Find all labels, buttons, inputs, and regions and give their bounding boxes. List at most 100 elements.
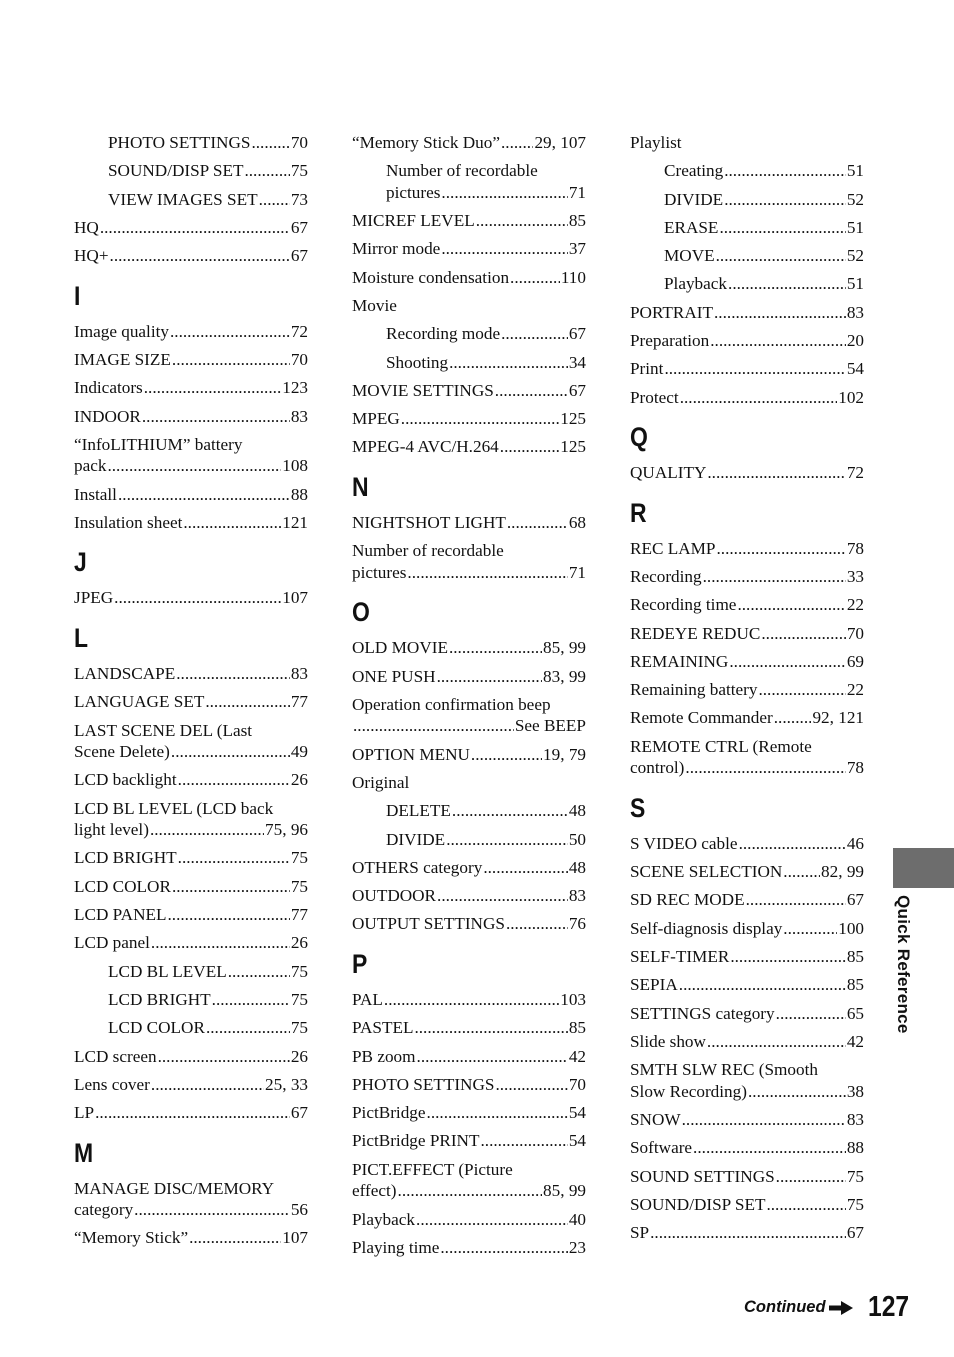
entry-term: LCD screen (74, 1046, 157, 1066)
index-entry: OUTDOOR 83 (352, 885, 586, 907)
dot-leader (506, 913, 568, 935)
index-entry: PAL 103 (352, 989, 586, 1011)
dot-leader (679, 974, 846, 996)
dot-leader (748, 1081, 846, 1103)
dot-leader (774, 707, 812, 729)
entry-term-continued: light level) (74, 820, 149, 840)
entry-page-ref: 70 (846, 623, 864, 643)
page-footer: Continued 127 (744, 1291, 916, 1324)
entry-term: SMTH SLW REC (Smooth (630, 1060, 818, 1080)
entry-term: LANDSCAPE (74, 663, 176, 683)
section-tab-label: Quick Reference (893, 895, 923, 1055)
dot-leader (449, 637, 542, 659)
entry-term: Number of recordable (386, 161, 538, 181)
dot-leader (664, 358, 845, 380)
index-entry: OLD MOVIE 85, 99 (352, 637, 586, 659)
entry-page-ref: 73 (290, 189, 308, 209)
index-entry: Recording 33 (630, 566, 864, 588)
dot-leader (510, 267, 560, 289)
index-entry: SD REC MODE 67 (630, 889, 864, 911)
index-column-3: Playlist Creating 51 DIVIDE 52 ERASE 51 MOVE 52 P… (630, 132, 864, 1250)
entry-term: S VIDEO cable (630, 833, 738, 853)
index-entry: MICREF LEVEL 85 (352, 210, 586, 232)
index-entry: QUALITY 72 (630, 462, 864, 484)
dot-leader (739, 833, 846, 855)
entry-term: PB zoom (352, 1046, 416, 1066)
entry-page-ref: 75 (290, 848, 308, 868)
entry-term: Insulation sheet (74, 512, 183, 532)
index-entry: SCENE SELECTION 82, 99 (630, 861, 864, 883)
dot-leader (118, 484, 290, 506)
entry-term: REMAINING (630, 651, 729, 671)
entry-term: LP (74, 1103, 95, 1123)
entry-page-ref: 72 (290, 321, 308, 341)
entry-page-ref: 29, 107 (534, 133, 586, 152)
dot-leader (783, 861, 820, 883)
dot-leader (483, 857, 568, 879)
entry-term: LCD BRIGHT (74, 848, 177, 868)
index-entry: PB zoom 42 (352, 1046, 586, 1068)
index-entry: Playing time 23 (352, 1237, 586, 1259)
index-entry: REDEYE REDUC 70 (630, 623, 864, 645)
index-entry: LAST SCENE DEL (LastScene Delete) 49 (74, 720, 308, 763)
entry-page-ref: 123 (282, 378, 308, 398)
entry-line-1: PICT.EFFECT (Picture (352, 1159, 586, 1181)
entry-term: PHOTO SETTINGS (108, 133, 251, 152)
index-entry: MPEG-4 AVC/H.264 125 (352, 436, 586, 458)
index-entry: OTHERS category 48 (352, 857, 586, 879)
entry-term: Moisture condensation (352, 267, 510, 287)
entry-term: SETTINGS category (630, 1003, 775, 1023)
entry-page-ref: 46 (846, 833, 864, 853)
entry-term: LCD BL LEVEL (108, 961, 227, 981)
index-entry: Self-diagnosis display 100 (630, 918, 864, 940)
entry-term-continued: Slow Recording) (630, 1081, 747, 1101)
entry-page-ref: 83, 99 (543, 666, 586, 686)
dot-leader (507, 512, 568, 534)
entry-page-ref: 22 (846, 595, 864, 615)
dot-leader (746, 889, 846, 911)
entry-line-2: category 56 (74, 1199, 308, 1221)
entry-line-2: light level) 75, 96 (74, 819, 308, 841)
entry-term: Original (352, 772, 410, 792)
index-entry: PICT.EFFECT (Pictureeffect) 85, 99 (352, 1159, 586, 1202)
dot-leader (480, 1130, 567, 1152)
entry-term: ONE PUSH (352, 666, 436, 686)
dot-leader (685, 757, 845, 779)
dot-leader (707, 462, 845, 484)
entry-term: Playing time (352, 1237, 440, 1257)
index-subentry: Recording mode 67 (352, 323, 586, 345)
dot-leader (171, 741, 290, 763)
dot-leader (151, 1074, 264, 1096)
index-subentry: ERASE 51 (630, 217, 864, 239)
entry-page-ref: 38 (846, 1081, 864, 1101)
dot-leader (758, 679, 845, 701)
entry-page-ref: 85 (846, 975, 864, 995)
entry-term: LCD panel (74, 933, 150, 953)
index-entry: SMTH SLW REC (SmoothSlow Recording) 38 (630, 1059, 864, 1102)
dot-leader (650, 1222, 846, 1244)
dot-leader (172, 349, 290, 371)
index-entry: “InfoLITHIUM” batterypack 108 (74, 434, 308, 477)
entry-line-1: Operation confirmation beep (352, 694, 586, 716)
index-entry: MANAGE DISC/MEMORYcategory 56 (74, 1178, 308, 1221)
dot-leader (437, 885, 568, 907)
index-entry: LCD BL LEVEL (LCD backlight level) 75, 96 (74, 798, 308, 841)
index-entry: MOVIE SETTINGS 67 (352, 380, 586, 402)
index-letter-heading: O (352, 597, 370, 628)
entry-page-ref: 107 (282, 1228, 308, 1248)
entry-term: LAST SCENE DEL (Last (74, 720, 253, 740)
dot-leader (724, 160, 846, 182)
entry-page-ref: 52 (846, 189, 864, 209)
dot-leader (737, 594, 845, 616)
entry-line-1: MANAGE DISC/MEMORY (74, 1178, 308, 1200)
index-entry: Mirror mode 37 (352, 238, 586, 260)
dot-leader (452, 800, 568, 822)
index-entry: PASTEL 85 (352, 1017, 586, 1039)
dot-leader (100, 217, 290, 239)
dot-leader (476, 210, 568, 232)
entry-term: Preparation (630, 331, 710, 351)
entry-line-2: See BEEP (352, 715, 586, 737)
right-arrow-icon (828, 1300, 853, 1315)
entry-term: DELETE (386, 801, 451, 821)
entry-page-ref: 33 (846, 566, 864, 586)
